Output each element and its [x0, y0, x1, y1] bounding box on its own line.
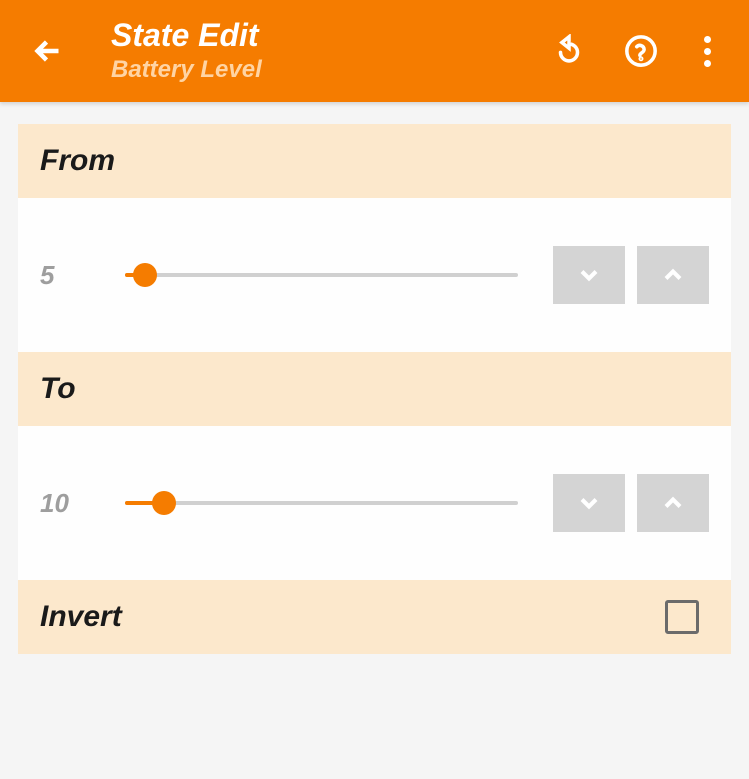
to-stepper: [553, 474, 709, 532]
dot-icon: [704, 48, 711, 55]
slider-thumb[interactable]: [152, 491, 176, 515]
to-value-label: 10: [40, 488, 90, 519]
to-increase-button[interactable]: [637, 474, 709, 532]
chevron-up-icon: [659, 261, 687, 289]
dot-icon: [704, 60, 711, 67]
invert-checkbox[interactable]: [665, 600, 699, 634]
more-menu-button[interactable]: [696, 36, 719, 67]
help-icon: [624, 34, 658, 68]
from-section-header: From: [18, 124, 731, 198]
to-slider[interactable]: [125, 491, 518, 515]
back-button[interactable]: [30, 33, 66, 69]
header-title-block: State Edit Battery Level: [111, 18, 552, 83]
help-button[interactable]: [624, 34, 658, 68]
from-increase-button[interactable]: [637, 246, 709, 304]
from-value-label: 5: [40, 260, 90, 291]
page-title: State Edit: [111, 18, 552, 53]
invert-section: Invert: [18, 580, 731, 654]
slider-track: [125, 501, 518, 505]
to-section-body: 10: [18, 426, 731, 580]
dot-icon: [704, 36, 711, 43]
slider-track: [125, 273, 518, 277]
to-section-header: To: [18, 352, 731, 426]
undo-button[interactable]: [552, 34, 586, 68]
from-stepper: [553, 246, 709, 304]
content-area: From 5 To 10: [0, 102, 749, 676]
from-slider[interactable]: [125, 263, 518, 287]
from-section-body: 5: [18, 198, 731, 352]
arrow-left-icon: [30, 33, 66, 69]
to-decrease-button[interactable]: [553, 474, 625, 532]
header-actions: [552, 34, 719, 68]
slider-thumb[interactable]: [133, 263, 157, 287]
chevron-up-icon: [659, 489, 687, 517]
undo-icon: [552, 34, 586, 68]
chevron-down-icon: [575, 261, 603, 289]
app-header: State Edit Battery Level: [0, 0, 749, 102]
invert-label: Invert: [40, 600, 122, 634]
chevron-down-icon: [575, 489, 603, 517]
from-decrease-button[interactable]: [553, 246, 625, 304]
page-subtitle: Battery Level: [111, 56, 552, 84]
